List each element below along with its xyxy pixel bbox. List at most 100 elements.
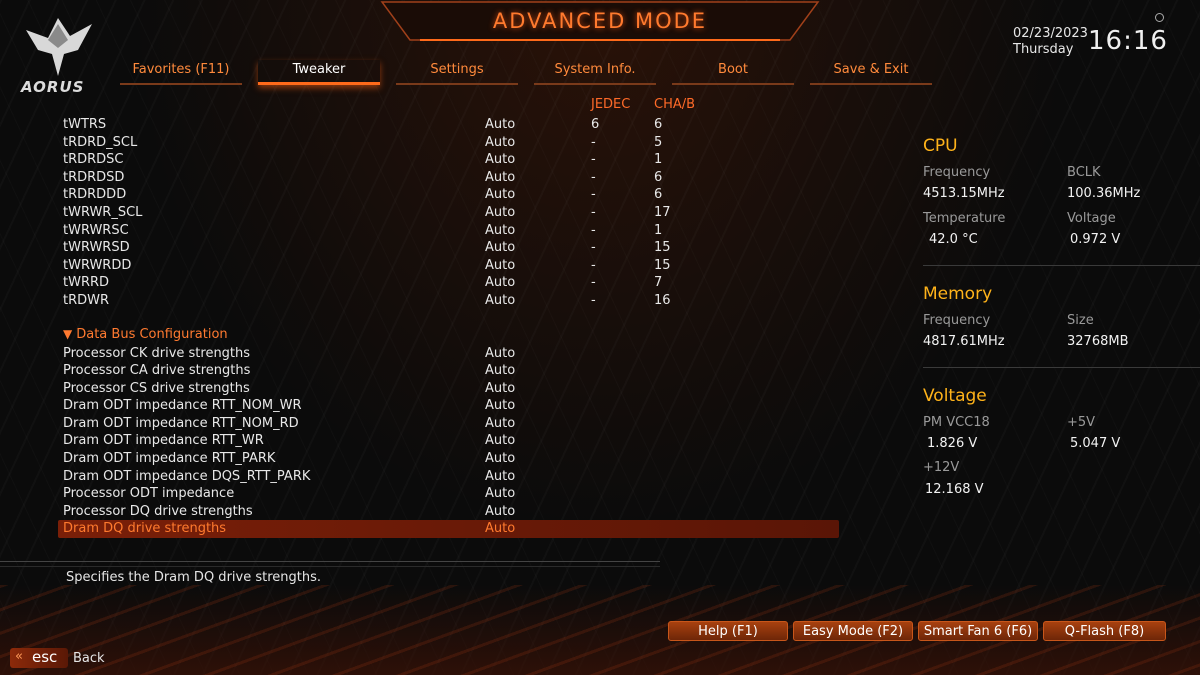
setting-row-rtt-wr[interactable]: Dram ODT impedance RTT_WR Auto bbox=[58, 432, 839, 450]
setting-row-processor-ck[interactable]: Processor CK drive strengths Auto bbox=[58, 345, 839, 363]
setting-value: Auto bbox=[485, 187, 516, 203]
esc-label: esc bbox=[32, 648, 58, 666]
setting-row-trdwr[interactable]: tRDWR Auto - 16 bbox=[58, 292, 839, 310]
tab-system-info[interactable]: System Info. bbox=[534, 60, 656, 85]
cpu-voltage-value: 0.972 V bbox=[1070, 232, 1121, 247]
setting-chab: 6 bbox=[654, 187, 663, 203]
cpu-bclk-value: 100.36MHz bbox=[1067, 186, 1141, 201]
setting-row-twtrs[interactable]: tWTRS Auto 6 6 bbox=[58, 116, 839, 134]
setting-row-rtt-nom-wr[interactable]: Dram ODT impedance RTT_NOM_WR Auto bbox=[58, 397, 839, 415]
setting-chab: 1 bbox=[654, 152, 663, 168]
setting-row-processor-ca[interactable]: Processor CA drive strengths Auto bbox=[58, 362, 839, 380]
q-flash-button[interactable]: Q-Flash (F8) bbox=[1043, 621, 1166, 641]
tab-save-exit[interactable]: Save & Exit bbox=[810, 60, 932, 85]
setting-chab: 6 bbox=[654, 117, 663, 132]
voltage-panel: Voltage PM VCC18 +5V 1.826 V 5.047 V +12… bbox=[923, 386, 1183, 506]
tab-settings[interactable]: Settings bbox=[396, 60, 518, 85]
setting-row-twrwrdd[interactable]: tWRWRDD Auto - 15 bbox=[58, 257, 839, 275]
setting-name: Dram ODT impedance DQS_RTT_PARK bbox=[63, 468, 311, 484]
pm-vcc18-value: 1.826 V bbox=[927, 436, 978, 451]
setting-name: tWRWRDD bbox=[63, 257, 132, 273]
plus5v-value: 5.047 V bbox=[1070, 436, 1121, 451]
setting-value: Auto bbox=[485, 152, 516, 168]
voltage-title: Voltage bbox=[923, 386, 987, 406]
tab-bar: Favorites (F11) Tweaker Settings System … bbox=[120, 60, 932, 85]
cpu-voltage-label: Voltage bbox=[1067, 211, 1116, 226]
setting-name: tRDRDDD bbox=[63, 187, 127, 203]
setting-value: Auto bbox=[485, 117, 516, 132]
setting-value: Auto bbox=[485, 204, 516, 220]
setting-name: Processor ODT impedance bbox=[63, 486, 235, 502]
setting-jedec: - bbox=[591, 204, 596, 220]
memory-frequency-label: Frequency bbox=[923, 313, 991, 328]
setting-row-processor-odt[interactable]: Processor ODT impedance Auto bbox=[58, 485, 839, 503]
setting-value: Auto bbox=[485, 503, 516, 519]
setting-row-rtt-park[interactable]: Dram ODT impedance RTT_PARK Auto bbox=[58, 450, 839, 468]
divider bbox=[0, 566, 660, 567]
date: 02/23/2023 bbox=[1013, 26, 1088, 41]
setting-row-twrrd[interactable]: tWRRD Auto - 7 bbox=[58, 274, 839, 292]
plus5v-label: +5V bbox=[1067, 415, 1096, 430]
setting-row-trdrdsc[interactable]: tRDRDSC Auto - 1 bbox=[58, 151, 839, 169]
memory-size-label: Size bbox=[1067, 313, 1094, 328]
tab-boot[interactable]: Boot bbox=[672, 60, 794, 85]
date-display: 02/23/2023 Thursday bbox=[1013, 26, 1088, 58]
setting-row-processor-cs[interactable]: Processor CS drive strengths Auto bbox=[58, 380, 839, 398]
setting-row-trdrddd[interactable]: tRDRDDD Auto - 6 bbox=[58, 186, 839, 204]
smart-fan-button[interactable]: Smart Fan 6 (F6) bbox=[918, 621, 1038, 641]
settings-gear-icon[interactable] bbox=[1155, 13, 1164, 22]
tab-favorites[interactable]: Favorites (F11) bbox=[120, 60, 242, 85]
tab-tweaker[interactable]: Tweaker bbox=[258, 60, 380, 85]
setting-name: Processor CA drive strengths bbox=[63, 363, 251, 379]
cpu-temperature-value: 42.0 °C bbox=[929, 232, 978, 247]
section-data-bus-configuration[interactable]: ▼ Data Bus Configuration bbox=[63, 327, 228, 342]
setting-value: Auto bbox=[485, 275, 516, 291]
setting-row-dram-dq-selected[interactable]: Dram DQ drive strengths Auto bbox=[58, 520, 839, 539]
cpu-frequency-label: Frequency bbox=[923, 165, 991, 180]
easy-mode-button[interactable]: Easy Mode (F2) bbox=[793, 621, 913, 641]
setting-jedec: - bbox=[591, 275, 596, 291]
back-label: Back bbox=[73, 651, 105, 666]
memory-panel: Memory Frequency Size 4817.61MHz 32768MB bbox=[923, 284, 1183, 354]
setting-chab: 15 bbox=[654, 257, 671, 273]
setting-value: Auto bbox=[485, 363, 516, 379]
setting-name: tRDRDSD bbox=[63, 169, 125, 185]
setting-chab: 6 bbox=[654, 169, 663, 185]
setting-value: Auto bbox=[485, 451, 516, 467]
data-bus-list: Processor CK drive strengths Auto Process… bbox=[58, 345, 839, 539]
setting-name: Dram ODT impedance RTT_NOM_RD bbox=[63, 415, 299, 431]
setting-name: tWRWR_SCL bbox=[63, 204, 143, 220]
setting-name: Processor CK drive strengths bbox=[63, 345, 251, 361]
divider bbox=[0, 561, 660, 562]
setting-chab: 17 bbox=[654, 204, 671, 220]
setting-row-processor-dq[interactable]: Processor DQ drive strengths Auto bbox=[58, 503, 839, 521]
cpu-temperature-label: Temperature bbox=[923, 211, 1006, 226]
setting-row-twrwrsd[interactable]: tWRWRSD Auto - 15 bbox=[58, 239, 839, 257]
setting-row-twrwrsc[interactable]: tWRWRSC Auto - 1 bbox=[58, 222, 839, 240]
cpu-frequency-value: 4513.15MHz bbox=[923, 186, 1005, 201]
help-button[interactable]: Help (F1) bbox=[668, 621, 788, 641]
setting-row-trdrd-scl[interactable]: tRDRD_SCL Auto - 5 bbox=[58, 134, 839, 152]
setting-chab: 7 bbox=[654, 275, 663, 291]
setting-name: tRDRDSC bbox=[63, 152, 124, 168]
setting-jedec: - bbox=[591, 169, 596, 185]
setting-chab: 16 bbox=[654, 292, 671, 308]
clock: 16:16 bbox=[1088, 26, 1168, 56]
setting-name: tWRWRSC bbox=[63, 222, 129, 238]
setting-row-rtt-nom-rd[interactable]: Dram ODT impedance RTT_NOM_RD Auto bbox=[58, 415, 839, 433]
setting-name: tWRWRSD bbox=[63, 240, 130, 256]
setting-jedec: - bbox=[591, 187, 596, 203]
setting-row-trdrdsd[interactable]: tRDRDSD Auto - 6 bbox=[58, 169, 839, 187]
help-description: Specifies the Dram DQ drive strengths. bbox=[66, 570, 322, 585]
timing-list: tWTRS Auto 6 6 tRDRD_SCL Auto - 5 tRDRDSC Auto -… bbox=[58, 116, 839, 310]
double-chevron-left-icon: « bbox=[15, 649, 23, 664]
setting-value: Auto bbox=[485, 292, 516, 308]
panel-separator bbox=[923, 265, 1200, 266]
setting-name: Dram ODT impedance RTT_PARK bbox=[63, 451, 276, 467]
cpu-bclk-label: BCLK bbox=[1067, 165, 1101, 180]
esc-button[interactable]: « esc bbox=[10, 648, 68, 668]
setting-name: Processor CS drive strengths bbox=[63, 380, 250, 396]
setting-row-dqs-rtt-park[interactable]: Dram ODT impedance DQS_RTT_PARK Auto bbox=[58, 468, 839, 486]
setting-value: Auto bbox=[485, 257, 516, 273]
setting-row-twrwr-scl[interactable]: tWRWR_SCL Auto - 17 bbox=[58, 204, 839, 222]
